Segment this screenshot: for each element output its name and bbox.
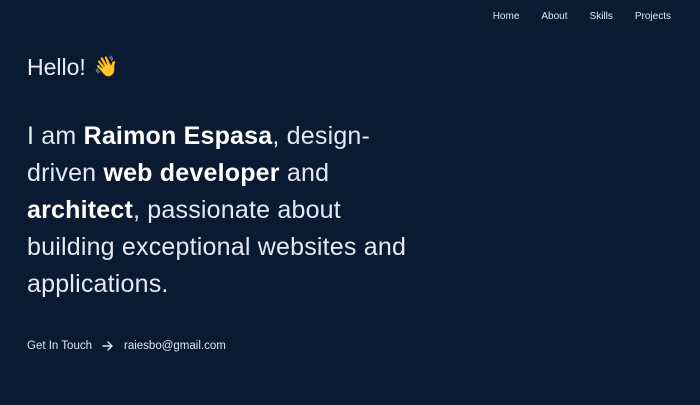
email-link[interactable]: raiesbo@gmail.com: [124, 340, 226, 352]
greeting-text: Hello!: [27, 54, 86, 80]
nav-item-projects[interactable]: Projects: [635, 11, 671, 22]
intro-name: Raimon Espasa: [83, 122, 273, 150]
nav-item-home[interactable]: Home: [493, 11, 520, 22]
intro-part-3: and: [279, 159, 330, 187]
waving-hand-icon: 👋: [93, 55, 119, 78]
top-nav: Home About Skills Projects: [493, 11, 671, 22]
arrow-right-icon: [102, 340, 114, 352]
get-in-touch-link[interactable]: Get In Touch: [27, 340, 92, 352]
nav-item-about[interactable]: About: [541, 11, 567, 22]
nav-item-skills[interactable]: Skills: [590, 11, 613, 22]
greeting: Hello! 👋: [27, 54, 119, 80]
intro-role-architect: architect: [27, 196, 134, 224]
intro-part-1: I am: [27, 122, 84, 150]
intro-text: I am Raimon Espasa, design-driven web de…: [27, 118, 432, 303]
contact-row: Get In Touch raiesbo@gmail.com: [27, 340, 226, 352]
intro-role-web-developer: web developer: [103, 159, 280, 187]
